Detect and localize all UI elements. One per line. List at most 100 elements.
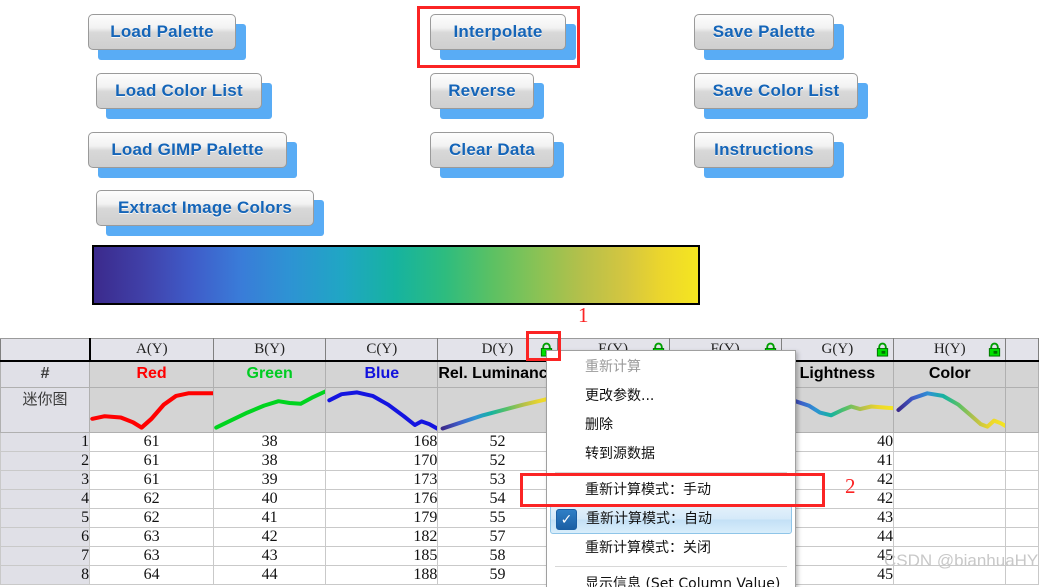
cell-B-3[interactable]: 39 xyxy=(214,471,326,490)
cell-G-1[interactable]: 40 xyxy=(781,433,894,452)
cell-D-6[interactable]: 57 xyxy=(438,528,557,547)
cell-D-1[interactable]: 52 xyxy=(438,433,557,452)
cell-G-2[interactable]: 41 xyxy=(781,452,894,471)
context-menu-item-4[interactable]: 重新计算模式：手动 xyxy=(547,476,795,505)
sparkline-cell-HY[interactable] xyxy=(894,388,1006,433)
cell-D-3[interactable]: 53 xyxy=(438,471,557,490)
button-instructions[interactable]: Instructions xyxy=(694,132,834,168)
table-row[interactable]: 462401765442 xyxy=(1,490,1039,509)
lock-icon[interactable] xyxy=(987,342,1002,357)
button-extract-image-colors[interactable]: Extract Image Colors xyxy=(96,190,314,226)
cell-C-2[interactable]: 170 xyxy=(326,452,438,471)
cell-H-4[interactable] xyxy=(894,490,1006,509)
sparkline-cell-BY[interactable] xyxy=(214,388,326,433)
cell-H-2[interactable] xyxy=(894,452,1006,471)
cell-B-4[interactable]: 40 xyxy=(214,490,326,509)
cell-B-1[interactable]: 38 xyxy=(214,433,326,452)
context-menu-item-7[interactable]: 显示信息 (Set Column Value) xyxy=(547,570,795,587)
column-header-HY[interactable]: H(Y) xyxy=(894,339,1006,361)
cell-G-8[interactable]: 45 xyxy=(781,566,894,585)
cell-A-6[interactable]: 63 xyxy=(90,528,214,547)
column-header-DY[interactable]: D(Y) xyxy=(438,339,557,361)
data-spreadsheet[interactable]: A(Y)B(Y)C(Y)D(Y)E(Y)F(Y)G(Y)H(Y) #RedGre… xyxy=(0,338,1039,587)
cell-A-3[interactable]: 61 xyxy=(90,471,214,490)
cell-H-6[interactable] xyxy=(894,528,1006,547)
cell-C-4[interactable]: 176 xyxy=(326,490,438,509)
cell-C-5[interactable]: 179 xyxy=(326,509,438,528)
column-header-CY[interactable]: C(Y) xyxy=(326,339,438,361)
column-header-AY[interactable]: A(Y) xyxy=(90,339,214,361)
cell-G-6[interactable]: 44 xyxy=(781,528,894,547)
palette-gradient-bar[interactable] xyxy=(92,245,700,305)
button-load-color-list[interactable]: Load Color List xyxy=(96,73,262,109)
cell-C-3[interactable]: 173 xyxy=(326,471,438,490)
cell-D-2[interactable]: 52 xyxy=(438,452,557,471)
table-row[interactable]: 6634218257 44 xyxy=(1,528,1039,547)
cell-A-5[interactable]: 62 xyxy=(90,509,214,528)
cell-G-3[interactable]: 42 xyxy=(781,471,894,490)
cell-D-7[interactable]: 58 xyxy=(438,547,557,566)
row-number[interactable]: 1 xyxy=(1,433,90,452)
button-interpolate[interactable]: Interpolate xyxy=(430,14,566,50)
button-save-palette[interactable]: Save Palette xyxy=(694,14,834,50)
sheet-corner-cell[interactable] xyxy=(1,339,90,361)
cell-A-7[interactable]: 63 xyxy=(90,547,214,566)
row-number[interactable]: 7 xyxy=(1,547,90,566)
row-number[interactable]: 2 xyxy=(1,452,90,471)
context-menu-item-2[interactable]: 删除 xyxy=(547,411,795,440)
row-number[interactable]: 5 xyxy=(1,509,90,528)
column-context-menu[interactable]: 重新计算更改参数...删除转到源数据重新计算模式：手动✓重新计算模式：自动重新计… xyxy=(546,350,796,587)
button-save-color-list[interactable]: Save Color List xyxy=(694,73,858,109)
cell-B-2[interactable]: 38 xyxy=(214,452,326,471)
table-row[interactable]: 5624117955 43 xyxy=(1,509,1039,528)
button-clear-data[interactable]: Clear Data xyxy=(430,132,554,168)
cell-G-5[interactable]: 43 xyxy=(781,509,894,528)
column-name-green[interactable]: Green xyxy=(214,361,326,388)
cell-D-5[interactable]: 55 xyxy=(438,509,557,528)
cell-H-5[interactable] xyxy=(894,509,1006,528)
cell-G-7[interactable]: 45 xyxy=(781,547,894,566)
table-row[interactable]: 1613816852 40 xyxy=(1,433,1039,452)
context-menu-item-3[interactable]: 转到源数据 xyxy=(547,440,795,469)
table-row[interactable]: 86444188592486245 xyxy=(1,566,1039,585)
cell-D-8[interactable]: 59 xyxy=(438,566,557,585)
cell-C-7[interactable]: 185 xyxy=(326,547,438,566)
cell-C-8[interactable]: 188 xyxy=(326,566,438,585)
row-number[interactable]: 3 xyxy=(1,471,90,490)
context-menu-item-5[interactable]: ✓重新计算模式：自动 xyxy=(550,505,792,534)
button-reverse[interactable]: Reverse xyxy=(430,73,534,109)
context-menu-item-1[interactable]: 更改参数... xyxy=(547,382,795,411)
context-menu-item-6[interactable]: 重新计算模式：关闭 xyxy=(547,534,795,563)
column-header-GY[interactable]: G(Y) xyxy=(781,339,894,361)
cell-B-6[interactable]: 42 xyxy=(214,528,326,547)
table-row[interactable]: 7634318558 45 xyxy=(1,547,1039,566)
row-number[interactable]: 8 xyxy=(1,566,90,585)
cell-B-5[interactable]: 41 xyxy=(214,509,326,528)
lock-icon[interactable] xyxy=(875,342,890,357)
cell-H-3[interactable] xyxy=(894,471,1006,490)
button-load-palette[interactable]: Load Palette xyxy=(88,14,236,50)
cell-B-8[interactable]: 44 xyxy=(214,566,326,585)
column-name-blue[interactable]: Blue xyxy=(326,361,438,388)
cell-A-2[interactable]: 61 xyxy=(90,452,214,471)
sparkline-cell-CY[interactable] xyxy=(326,388,438,433)
column-name-rel-luminance[interactable]: Rel. Luminance xyxy=(438,361,557,388)
cell-G-4[interactable]: 42 xyxy=(781,490,894,509)
sparkline-cell-AY[interactable] xyxy=(90,388,214,433)
sparkline-cell-GY[interactable] xyxy=(781,388,894,433)
button-load-gimp-palette[interactable]: Load GIMP Palette xyxy=(88,132,287,168)
cell-B-7[interactable]: 43 xyxy=(214,547,326,566)
cell-C-1[interactable]: 168 xyxy=(326,433,438,452)
table-row[interactable]: 2613817052 41 xyxy=(1,452,1039,471)
row-number[interactable]: 4 xyxy=(1,490,90,509)
cell-A-1[interactable]: 61 xyxy=(90,433,214,452)
cell-C-6[interactable]: 182 xyxy=(326,528,438,547)
column-name-lightness[interactable]: Lightness xyxy=(781,361,894,388)
row-number[interactable]: 6 xyxy=(1,528,90,547)
column-name-color[interactable]: Color xyxy=(894,361,1006,388)
column-name-red[interactable]: Red xyxy=(90,361,214,388)
column-header-BY[interactable]: B(Y) xyxy=(214,339,326,361)
cell-H-1[interactable] xyxy=(894,433,1006,452)
cell-A-8[interactable]: 64 xyxy=(90,566,214,585)
sparkline-cell-DY[interactable] xyxy=(438,388,557,433)
